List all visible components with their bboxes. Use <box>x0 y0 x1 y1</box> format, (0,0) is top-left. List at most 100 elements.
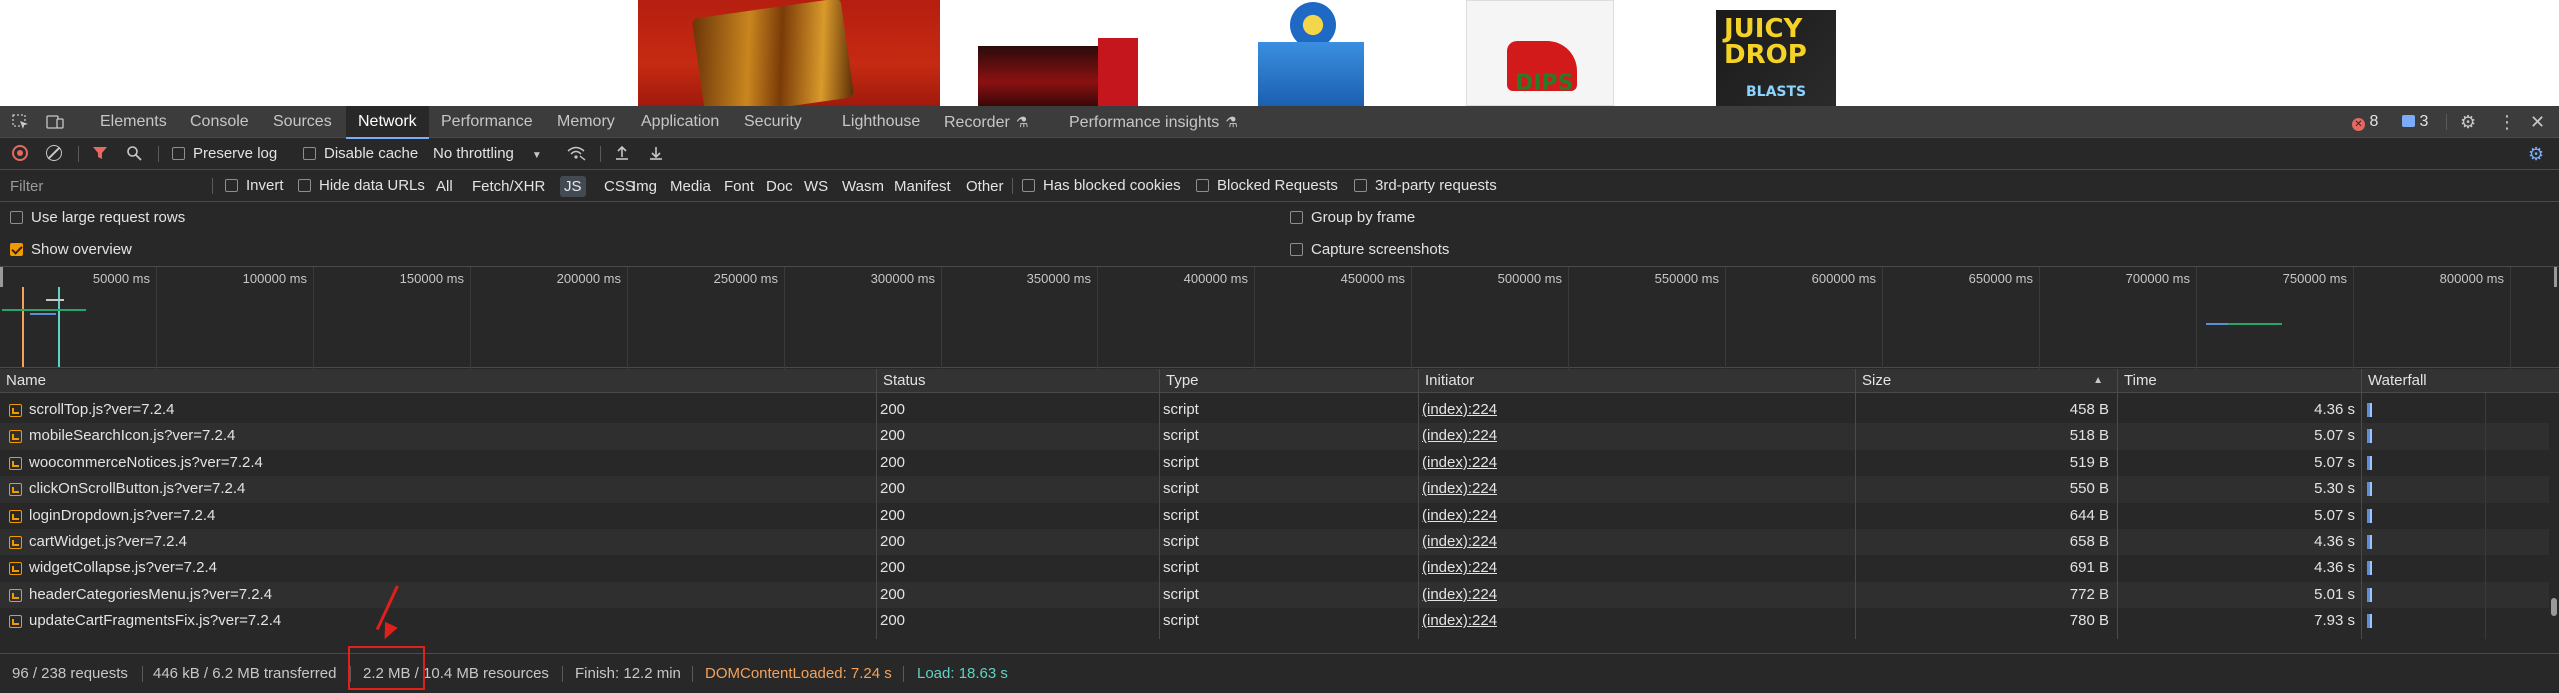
type-filter-all[interactable]: All <box>432 176 457 197</box>
tab-recorder[interactable]: Recorder ⚗ <box>944 106 1028 138</box>
request-initiator-link[interactable]: (index):224 <box>1422 476 1497 502</box>
request-name[interactable]: mobileSearchIcon.js?ver=7.2.4 <box>29 423 869 449</box>
hide-data-urls-checkbox[interactable]: Hide data URLs <box>298 170 425 202</box>
more-options-icon[interactable]: ⋮ <box>2498 106 2516 138</box>
column-header-initiator[interactable]: Initiator <box>1418 369 1855 393</box>
export-har-icon[interactable] <box>648 138 664 170</box>
type-filter-media[interactable]: Media <box>666 176 715 197</box>
request-name[interactable]: cartWidget.js?ver=7.2.4 <box>29 529 869 555</box>
scrollbar-thumb[interactable] <box>2551 598 2557 616</box>
request-initiator-link[interactable]: (index):224 <box>1422 450 1497 476</box>
request-initiator-link[interactable]: (index):224 <box>1422 582 1497 608</box>
column-header-time[interactable]: Time <box>2117 369 2361 393</box>
request-initiator-link[interactable]: (index):224 <box>1422 397 1497 423</box>
third-party-requests-checkbox[interactable]: 3rd-party requests <box>1354 170 1497 202</box>
network-overview-timeline[interactable]: 50000 ms 100000 ms 150000 ms 200000 ms 25000… <box>0 266 2559 369</box>
request-size: 644 B <box>2069 506 2109 524</box>
table-row[interactable]: mobileSearchIcon.js?ver=7.2.4 200 script (i… <box>0 423 2559 450</box>
table-row[interactable]: scrollTop.js?ver=7.2.4 200 script (index):2… <box>0 397 2559 424</box>
overview-gridline <box>784 267 785 369</box>
overview-right-handle[interactable] <box>2554 267 2557 287</box>
search-icon[interactable] <box>126 138 142 170</box>
request-name[interactable]: widgetCollapse.js?ver=7.2.4 <box>29 555 869 581</box>
error-count-badge[interactable]: ✕ 8 <box>2352 106 2378 138</box>
clear-icon[interactable] <box>46 138 62 170</box>
filter-input[interactable] <box>0 170 210 202</box>
request-name[interactable]: clickOnScrollButton.js?ver=7.2.4 <box>29 476 869 502</box>
product-image-candy-bar[interactable] <box>638 0 940 106</box>
has-blocked-cookies-checkbox[interactable]: Has blocked cookies <box>1022 170 1181 202</box>
column-header-waterfall[interactable]: Waterfall <box>2361 369 2559 393</box>
divider <box>142 666 143 682</box>
tab-lighthouse[interactable]: Lighthouse <box>842 106 920 138</box>
record-stop-icon[interactable] <box>12 138 28 170</box>
table-row[interactable]: headerCategoriesMenu.js?ver=7.2.4 200 scri… <box>0 581 2559 609</box>
request-initiator-link[interactable]: (index):224 <box>1422 423 1497 449</box>
group-by-frame-checkbox[interactable]: Group by frame <box>1290 202 1415 234</box>
blocked-requests-checkbox[interactable]: Blocked Requests <box>1196 170 1338 202</box>
type-filter-fetch-xhr[interactable]: Fetch/XHR <box>468 176 549 197</box>
network-settings-gear-icon[interactable]: ⚙ <box>2528 138 2544 170</box>
request-name[interactable]: headerCategoriesMenu.js?ver=7.2.4 <box>29 582 869 608</box>
import-har-icon[interactable] <box>614 138 630 170</box>
large-request-rows-checkbox[interactable]: Use large request rows <box>10 202 185 234</box>
message-count-badge[interactable]: 3 <box>2402 106 2428 138</box>
column-header-size[interactable]: Size ▲ <box>1855 369 2117 393</box>
device-toolbar-icon[interactable] <box>46 114 64 130</box>
network-conditions-icon[interactable] <box>566 138 586 170</box>
tab-elements[interactable]: Elements <box>100 106 167 138</box>
network-toolbar: Preserve log Disable cache No throttling… <box>0 138 2559 170</box>
request-name[interactable]: scrollTop.js?ver=7.2.4 <box>29 397 869 423</box>
invert-checkbox[interactable]: Invert <box>225 170 284 202</box>
type-filter-js[interactable]: JS <box>560 176 586 197</box>
column-header-name[interactable]: Name <box>0 369 876 393</box>
request-name[interactable]: woocommerceNotices.js?ver=7.2.4 <box>29 450 869 476</box>
capture-screenshots-checkbox[interactable]: Capture screenshots <box>1290 234 1449 266</box>
product-image-candy-box[interactable] <box>978 38 1158 106</box>
type-filter-manifest[interactable]: Manifest <box>890 176 955 197</box>
request-name[interactable]: loginDropdown.js?ver=7.2.4 <box>29 503 869 529</box>
product-image-dips[interactable]: DIPS <box>1466 0 1614 106</box>
tab-sources[interactable]: Sources <box>273 106 332 138</box>
tab-performance[interactable]: Performance <box>441 106 533 138</box>
preserve-log-checkbox[interactable]: Preserve log <box>172 138 277 170</box>
request-initiator-link[interactable]: (index):224 <box>1422 555 1497 581</box>
tab-memory[interactable]: Memory <box>557 106 615 138</box>
disable-cache-checkbox[interactable]: Disable cache <box>303 138 418 170</box>
column-header-type[interactable]: Type <box>1159 369 1418 393</box>
tab-network[interactable]: Network <box>346 106 429 139</box>
table-row[interactable]: woocommerceNotices.js?ver=7.2.4 200 script… <box>0 449 2559 477</box>
checkbox-box <box>1290 243 1303 256</box>
table-row[interactable]: loginDropdown.js?ver=7.2.4 200 script (inde… <box>0 502 2559 529</box>
tab-application[interactable]: Application <box>641 106 719 138</box>
product-image-display-box[interactable] <box>1258 2 1364 106</box>
filter-icon[interactable] <box>92 138 108 170</box>
type-filter-wasm[interactable]: Wasm <box>838 176 888 197</box>
request-initiator-link[interactable]: (index):224 <box>1422 529 1497 555</box>
column-divider <box>1159 369 1160 639</box>
table-scrollbar[interactable] <box>2549 393 2559 639</box>
type-filter-doc[interactable]: Doc <box>762 176 797 197</box>
overview-left-handle[interactable] <box>0 267 3 287</box>
request-name[interactable]: updateCartFragmentsFix.js?ver=7.2.4 <box>29 608 869 634</box>
product-image-juicy-drop[interactable]: JUICY DROP BLASTS <box>1716 10 1836 106</box>
request-status: 200 <box>880 401 906 418</box>
type-filter-font[interactable]: Font <box>720 176 758 197</box>
tab-performance-insights[interactable]: Performance insights ⚗ <box>1069 106 1238 138</box>
show-overview-checkbox[interactable]: Show overview <box>10 234 132 266</box>
tab-security[interactable]: Security <box>744 106 802 138</box>
close-devtools-icon[interactable]: ✕ <box>2530 106 2545 138</box>
request-initiator-link[interactable]: (index):224 <box>1422 608 1497 634</box>
column-header-status[interactable]: Status <box>876 369 1159 393</box>
inspect-element-icon[interactable] <box>12 114 30 130</box>
settings-gear-icon[interactable]: ⚙ <box>2460 106 2476 138</box>
throttling-select[interactable]: No throttling ▼ <box>433 138 542 170</box>
tab-console[interactable]: Console <box>190 106 249 138</box>
type-filter-ws[interactable]: WS <box>800 176 832 197</box>
type-filter-img[interactable]: Img <box>628 176 661 197</box>
table-row[interactable]: cartWidget.js?ver=7.2.4 200 script (index):… <box>0 529 2559 556</box>
table-row[interactable]: widgetCollapse.js?ver=7.2.4 200 script (ind… <box>0 555 2559 582</box>
request-initiator-link[interactable]: (index):224 <box>1422 503 1497 529</box>
table-row[interactable]: clickOnScrollButton.js?ver=7.2.4 200 scrip… <box>0 476 2559 503</box>
type-filter-other[interactable]: Other <box>962 176 1008 197</box>
